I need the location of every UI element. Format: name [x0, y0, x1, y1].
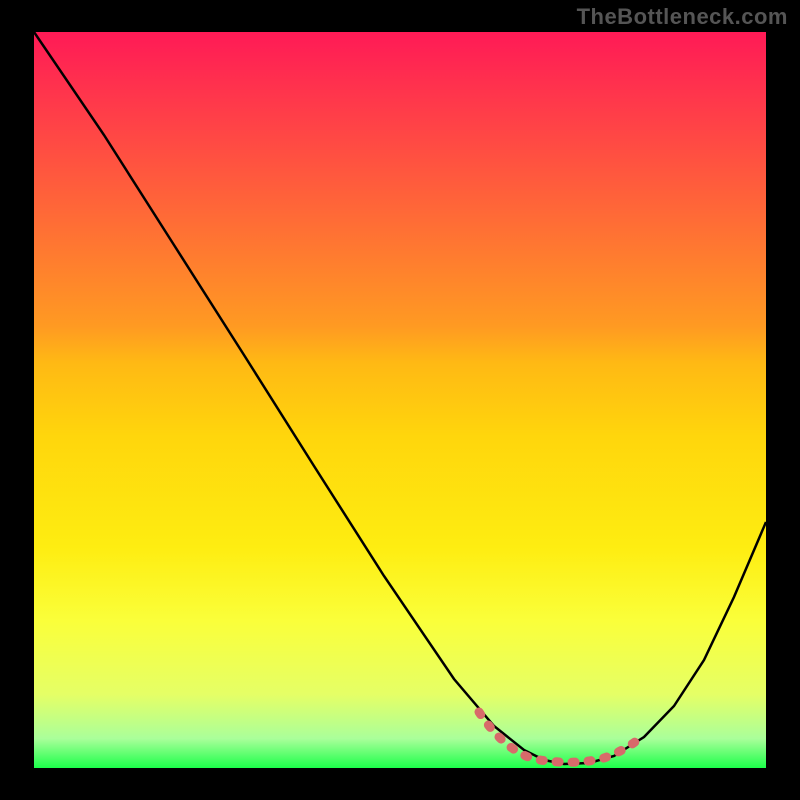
valley-marker: [479, 712, 640, 762]
bottleneck-curve: [34, 32, 766, 768]
chart-frame: TheBottleneck.com: [0, 0, 800, 800]
plot-area: [34, 32, 766, 768]
attribution-text: TheBottleneck.com: [577, 4, 788, 30]
curve-path: [34, 32, 766, 764]
